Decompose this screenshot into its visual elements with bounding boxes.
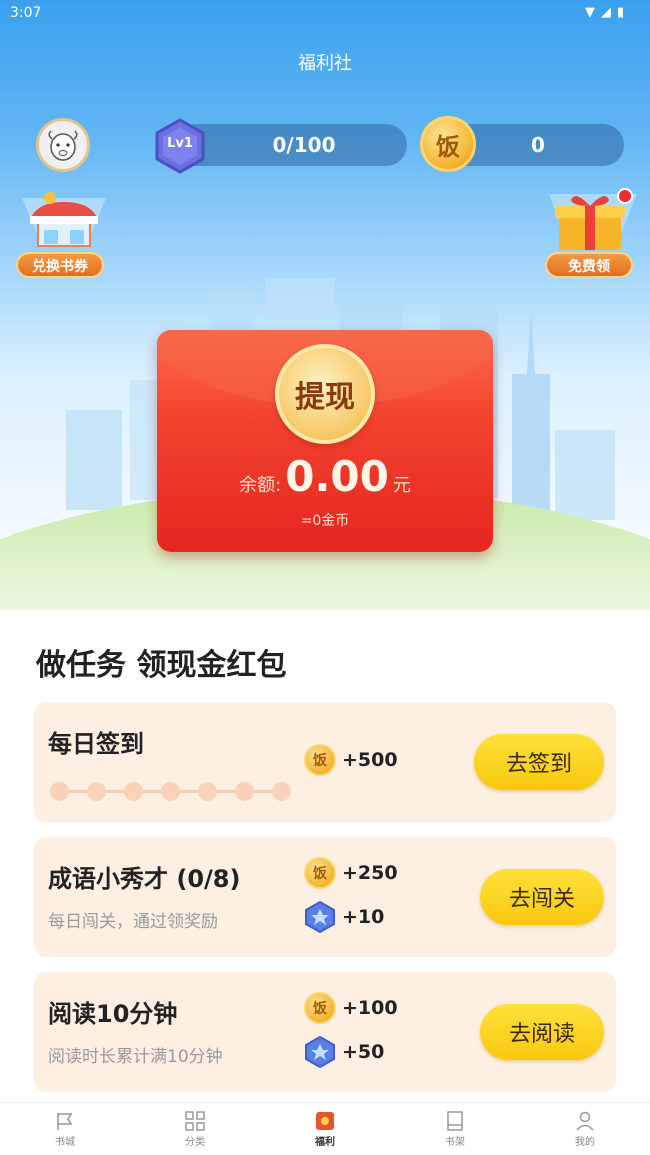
flag-icon: [57, 1112, 73, 1130]
withdraw-button[interactable]: 提现: [275, 344, 375, 444]
go-signin-button[interactable]: 去签到: [474, 734, 604, 790]
signin-day-dot: [161, 782, 180, 801]
tab-label: 福利: [315, 1136, 335, 1148]
free-claim-label: 免费领: [545, 252, 633, 278]
level-badge: Lv1: [152, 118, 208, 174]
reward-exp: +10: [304, 901, 384, 933]
grid-icon: [185, 1110, 205, 1131]
reward-exp: +50: [304, 1036, 384, 1068]
status-bar: 3:07 ▼ ◢ ▮: [0, 0, 650, 28]
tab-category[interactable]: 分类: [130, 1103, 260, 1155]
task-card-reading: 阅读10分钟 阅读时长累计满10分钟 饭 +100 +50 去阅读: [34, 972, 616, 1092]
reward-amount: +50: [342, 1041, 385, 1063]
go-challenge-button[interactable]: 去闯关: [480, 869, 604, 925]
bottom-tab-bar: 书城 分类 福利 书架 我的: [0, 1102, 650, 1155]
go-read-button[interactable]: 去阅读: [480, 1004, 604, 1060]
signin-day-dot: [235, 782, 254, 801]
task-desc: 每日闯关，通过领奖励: [48, 912, 218, 932]
book-icon: [447, 1110, 463, 1131]
rice-coin-icon: 饭: [304, 857, 336, 889]
level-progress-text: 0/100: [272, 133, 336, 157]
signin-day-dot: [198, 782, 217, 801]
rice-coin-icon: 饭: [304, 992, 336, 1024]
task-name: 阅读10分钟: [48, 1000, 178, 1028]
avatar[interactable]: [36, 118, 90, 172]
signin-progress-dots: [50, 780, 291, 802]
notification-dot: [617, 188, 633, 204]
reward-amount: +250: [342, 862, 398, 884]
tab-label: 我的: [575, 1136, 595, 1148]
exchange-coupon-label: 兑换书券: [16, 252, 104, 278]
task-card-idiom: 成语小秀才 (0/8) 每日闯关，通过领奖励 饭 +250 +10 去闯关: [34, 837, 616, 957]
reward-rice: 饭 +250: [304, 857, 398, 889]
tab-bookstore[interactable]: 书城: [0, 1103, 130, 1155]
reward-amount: +500: [342, 749, 398, 771]
rice-coin-icon: 饭: [304, 744, 336, 776]
tasks-section-title: 做任务 领现金红包: [36, 648, 287, 683]
reward-rice: 饭 +500: [304, 744, 398, 776]
task-name: 成语小秀才 (0/8): [48, 865, 241, 893]
tab-bookshelf[interactable]: 书架: [390, 1103, 520, 1155]
exp-gem-icon: [305, 901, 335, 933]
page-title: 福利社: [298, 53, 352, 74]
reward-rice: 饭 +100: [304, 992, 398, 1024]
signin-day-dot: [50, 782, 69, 801]
tab-label: 书城: [55, 1136, 75, 1148]
person-icon: [576, 1111, 594, 1131]
tab-label: 分类: [185, 1136, 205, 1148]
battery-icon: ▮: [616, 5, 624, 20]
signin-day-dot: [272, 782, 291, 801]
sheep-avatar-icon: [48, 130, 78, 161]
balance-amount: 0.00: [285, 452, 389, 501]
withdraw-label: 提现: [295, 380, 355, 415]
level-badge-text: Lv1: [167, 136, 193, 151]
tab-label: 书架: [445, 1136, 465, 1148]
rice-count: 0: [531, 133, 545, 157]
reward-amount: +100: [342, 997, 398, 1019]
gift-box-icon: [316, 1111, 334, 1130]
balance-label: 余额:: [239, 475, 282, 496]
status-time: 3:07: [10, 5, 42, 21]
balance-unit: 元: [392, 475, 411, 496]
reward-amount: +10: [342, 906, 385, 928]
shop-stall-icon: [22, 192, 106, 247]
signal-icon: ◢: [600, 5, 611, 20]
withdraw-red-envelope[interactable]: 提现 余额:0.00 元 =0金币: [157, 330, 493, 552]
signin-day-dot: [124, 782, 143, 801]
coin-equivalent: =0金币: [300, 513, 350, 529]
task-name: 每日签到: [48, 730, 144, 758]
level-progress-pill[interactable]: 0/100: [175, 124, 407, 166]
signin-day-dot: [87, 782, 106, 801]
wifi-icon: ▼: [584, 5, 595, 20]
exp-gem-icon: [305, 1036, 335, 1068]
task-card-daily-signin: 每日签到 饭 +500 去签到: [34, 702, 616, 822]
tab-welfare[interactable]: 福利: [260, 1103, 390, 1155]
task-desc: 阅读时长累计满10分钟: [48, 1047, 223, 1067]
tab-mine[interactable]: 我的: [520, 1103, 650, 1155]
balance-row: 余额:0.00 元: [157, 452, 493, 501]
rice-coin-char: 饭: [436, 132, 460, 161]
rice-coin-icon: 饭: [420, 116, 476, 172]
